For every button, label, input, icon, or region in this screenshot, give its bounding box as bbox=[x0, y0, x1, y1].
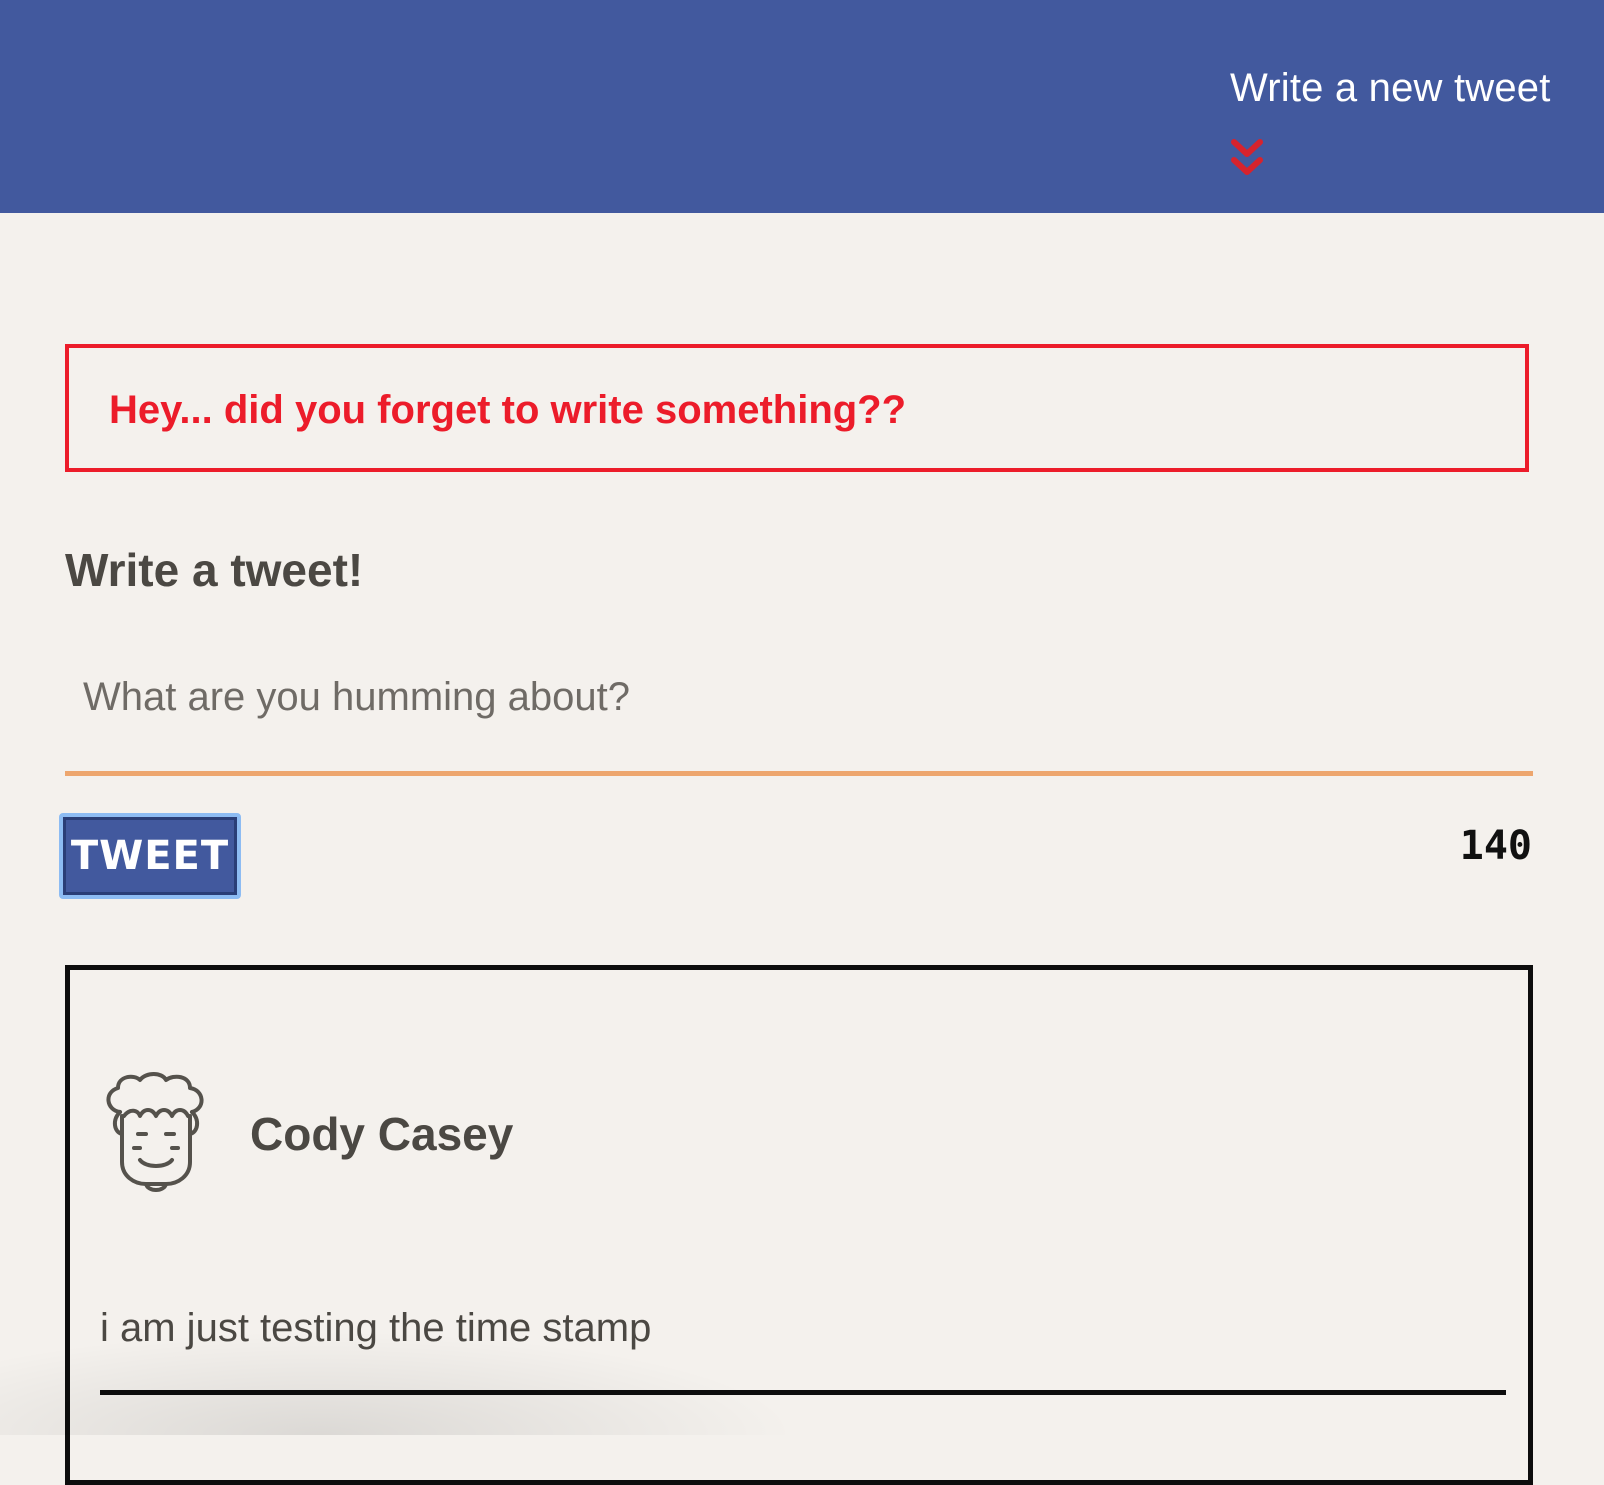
tweet-input[interactable] bbox=[65, 652, 1533, 776]
tweet-content: i am just testing the time stamp bbox=[100, 1306, 652, 1350]
tweet-card: Cody Casey i am just testing the time st… bbox=[65, 965, 1533, 1485]
compose-heading: Write a tweet! bbox=[65, 544, 364, 596]
compose-toggle-label: Write a new tweet bbox=[1230, 66, 1551, 110]
char-counter: 140 bbox=[1459, 823, 1532, 869]
tweet-button[interactable]: TWEET bbox=[59, 813, 241, 899]
curly-hair-face-avatar-icon bbox=[106, 1072, 204, 1192]
error-alert: Hey... did you forget to write something… bbox=[65, 344, 1529, 472]
double-chevron-down-icon[interactable] bbox=[1230, 138, 1264, 182]
error-alert-message: Hey... did you forget to write something… bbox=[109, 388, 907, 432]
compose-toggle[interactable]: Write a new tweet bbox=[1230, 62, 1570, 175]
tweet-author-name[interactable]: Cody Casey bbox=[250, 1106, 513, 1162]
tweet-divider bbox=[100, 1390, 1506, 1395]
top-bar: Write a new tweet bbox=[0, 0, 1604, 213]
